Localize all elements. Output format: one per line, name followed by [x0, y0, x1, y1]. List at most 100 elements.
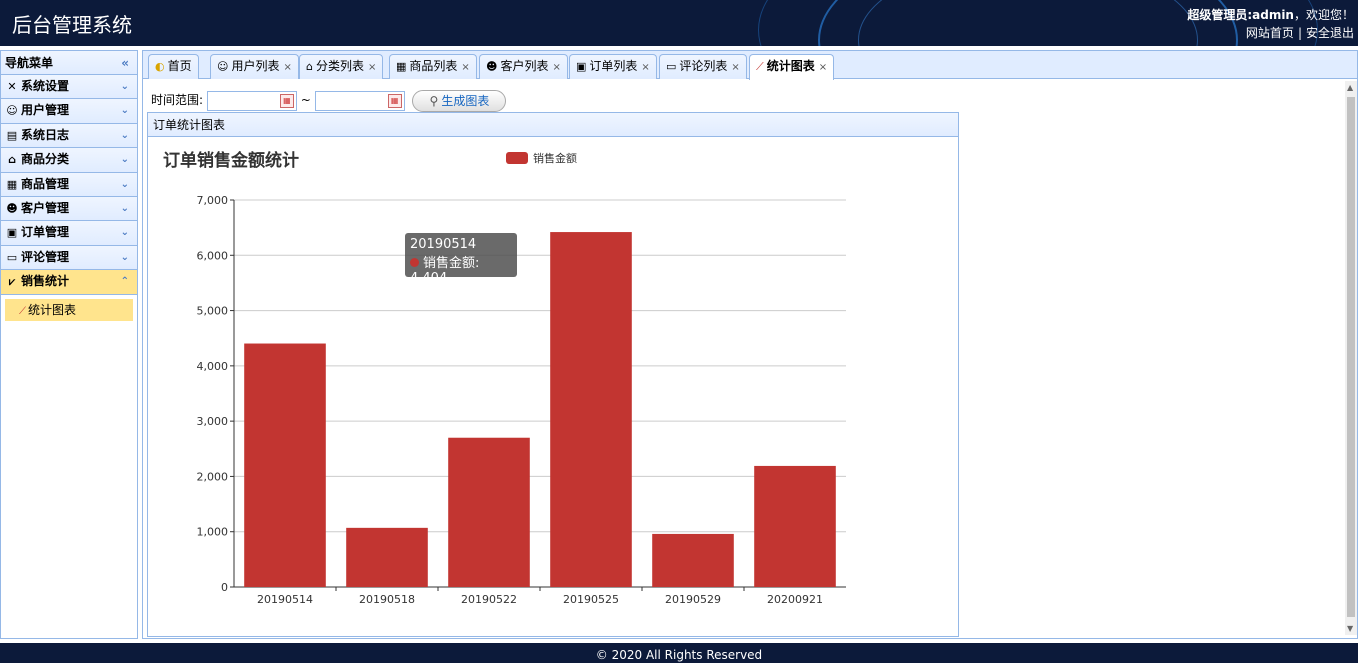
- chevron-up-icon: ⌃: [120, 276, 129, 288]
- sidebar-item-system-log[interactable]: ▤ 系统日志 ⌄: [1, 123, 137, 149]
- close-icon[interactable]: ×: [819, 62, 827, 73]
- close-icon[interactable]: ×: [461, 62, 469, 73]
- chevron-down-icon: ⌄: [120, 81, 129, 92]
- tab-comment-list[interactable]: ▭ 评论列表 ×: [659, 54, 747, 79]
- close-icon[interactable]: ×: [641, 62, 649, 73]
- tab-label: 评论列表: [679, 59, 728, 73]
- chevron-down-icon: ⌄: [120, 202, 129, 214]
- sidebar-item-label: 评论管理: [21, 249, 70, 264]
- app-title: 后台管理系统: [12, 13, 132, 37]
- close-icon[interactable]: ×: [368, 62, 376, 73]
- sidebar-item-goods-management[interactable]: ▦ 商品管理 ⌄: [1, 172, 137, 197]
- lightbulb-icon: ◐: [155, 60, 165, 73]
- scroll-down-icon[interactable]: ▼: [1347, 624, 1353, 633]
- welcome-text: 超级管理员:admin，欢迎您！: [1187, 6, 1354, 23]
- bar: [448, 437, 530, 587]
- tab-content: 时间范围: ▦ ~ ▦ ⚲ 生成图表 订单统计图表 订单销售金额统计 销售金额 0 1,…: [143, 80, 1357, 638]
- panel-title: 订单统计图表: [148, 113, 958, 137]
- legend-label: 销售金额: [533, 151, 577, 165]
- tab-customer-list[interactable]: ☻ 客户列表 ×: [479, 54, 568, 79]
- chevron-down-icon: ⌄: [120, 154, 129, 166]
- sidebar-subitem-label: 统计图表: [28, 302, 77, 317]
- order-icon: ▣: [6, 226, 18, 240]
- welcome-user: 超级管理员:admin: [1187, 8, 1294, 22]
- tab-label: 分类列表: [315, 59, 364, 73]
- chart-panel: 订单统计图表 订单销售金额统计 销售金额 0 1,000 2,000 3,000 4,000…: [147, 112, 959, 637]
- tab-goods-list[interactable]: ▦ 商品列表 ×: [389, 54, 477, 79]
- sidebar-item-sales-stats[interactable]: ⩗ 销售统计 ⌃: [1, 270, 137, 295]
- tab-stats-chart[interactable]: ⟋ 统计图表 ×: [749, 54, 835, 80]
- chevron-down-icon: ⌄: [120, 227, 129, 239]
- x-tick-label: 20190514: [257, 593, 313, 606]
- footer: © 2020 All Rights Reserved: [0, 643, 1358, 663]
- tab-order-list[interactable]: ▣ 订单列表 ×: [569, 54, 657, 79]
- end-date-input[interactable]: ▦: [314, 90, 405, 111]
- users-icon: ☺: [6, 104, 18, 118]
- sidebar-item-order-management[interactable]: ▣ 订单管理 ⌄: [1, 221, 137, 246]
- scrollbar[interactable]: ▲ ▼: [1345, 81, 1357, 635]
- users-icon: ☺: [217, 60, 229, 73]
- chart-area: 订单销售金额统计 销售金额 0 1,000 2,000 3,000 4,000 5,000 6,…: [148, 138, 958, 636]
- y-tick-label: 2,000: [197, 470, 229, 483]
- tab-user-list[interactable]: ☺ 用户列表 ×: [210, 54, 299, 79]
- bar: [754, 465, 836, 587]
- tab-category-list[interactable]: ⌂ 分类列表 ×: [299, 54, 384, 79]
- close-icon[interactable]: ×: [731, 62, 739, 73]
- customer-icon: ☻: [486, 60, 498, 73]
- chevron-down-icon: ⌄: [120, 251, 129, 263]
- sidebar-item-label: 订单管理: [21, 225, 70, 240]
- sidebar-header: 导航菜单 «: [1, 51, 137, 75]
- y-tick-label: 1,000: [197, 526, 229, 539]
- bar: [652, 533, 734, 587]
- scroll-up-icon[interactable]: ▲: [1347, 83, 1353, 92]
- tab-label: 用户列表: [231, 59, 280, 73]
- y-tick-label: 0: [221, 581, 228, 594]
- collapse-sidebar-icon[interactable]: «: [121, 51, 129, 75]
- scrollbar-thumb[interactable]: [1347, 97, 1355, 617]
- x-tick-label: 20190525: [563, 593, 619, 606]
- y-tick-label: 7,000: [197, 194, 229, 207]
- calendar-icon[interactable]: ▦: [387, 93, 402, 108]
- x-tick-label: 20200921: [767, 593, 823, 606]
- customer-icon: ☻: [6, 201, 18, 215]
- category-icon: ⌂: [306, 60, 313, 73]
- tooltip-value: 销售金额: 4,404: [410, 256, 480, 286]
- sidebar-item-label: 系统日志: [21, 127, 70, 142]
- sidebar-item-user-management[interactable]: ☺ 用户管理 ⌄: [1, 99, 137, 124]
- filter-bar: 时间范围: ▦ ~ ▦ ⚲ 生成图表: [151, 89, 507, 112]
- range-separator: ~: [300, 93, 311, 107]
- tooltip-category: 20190514: [410, 237, 477, 252]
- main-area: ◐ 首页 ☺ 用户列表 × ⌂ 分类列表 × ▦ 商品列表 × ☻ 客户列表 × ▣ 订单列表 × ▭…: [142, 50, 1358, 639]
- separator: |: [1297, 26, 1302, 40]
- close-icon[interactable]: ×: [283, 62, 291, 73]
- bar: [244, 343, 326, 587]
- start-date-input[interactable]: ▦: [206, 90, 297, 111]
- chevron-down-icon: ⌄: [120, 178, 129, 190]
- chart-title: 订单销售金额统计: [163, 150, 299, 171]
- generate-chart-button[interactable]: ⚲ 生成图表: [412, 89, 507, 112]
- home-link[interactable]: 网站首页: [1246, 26, 1294, 40]
- sidebar-item-comment-management[interactable]: ▭ 评论管理 ⌄: [1, 245, 137, 271]
- time-range-label: 时间范围:: [151, 93, 204, 107]
- tab-label: 统计图表: [766, 59, 815, 73]
- logout-link[interactable]: 安全退出: [1306, 26, 1354, 40]
- sidebar-item-goods-category[interactable]: ⌂ 商品分类 ⌄: [1, 148, 137, 173]
- sidebar-item-label: 用户管理: [21, 103, 70, 118]
- tab-label: 订单列表: [589, 59, 638, 73]
- bar: [346, 527, 428, 587]
- tab-home[interactable]: ◐ 首页: [148, 54, 199, 79]
- tab-bar: ◐ 首页 ☺ 用户列表 × ⌂ 分类列表 × ▦ 商品列表 × ☻ 客户列表 × ▣ 订单列表 × ▭…: [143, 51, 1357, 80]
- calendar-icon[interactable]: ▦: [279, 93, 294, 108]
- generate-chart-label: 生成图表: [441, 93, 490, 108]
- bar-chart: 订单销售金额统计 销售金额 0 1,000 2,000 3,000 4,000 5,000 6,…: [163, 150, 846, 606]
- chart-icon: ⟋: [19, 305, 26, 317]
- sidebar-item-label: 客户管理: [21, 200, 70, 215]
- sidebar-subitem-stats-chart[interactable]: ⟋ 统计图表: [5, 298, 133, 321]
- close-icon[interactable]: ×: [552, 62, 560, 73]
- category-icon: ⌂: [8, 153, 16, 167]
- y-tick-label: 3,000: [197, 415, 229, 428]
- sidebar-item-system-settings[interactable]: ✕ 系统设置 ⌄: [1, 75, 137, 100]
- tab-label: 首页: [167, 59, 192, 73]
- chart-icon: ⟋: [756, 60, 764, 73]
- sidebar-item-customer-management[interactable]: ☻ 客户管理 ⌄: [1, 196, 137, 222]
